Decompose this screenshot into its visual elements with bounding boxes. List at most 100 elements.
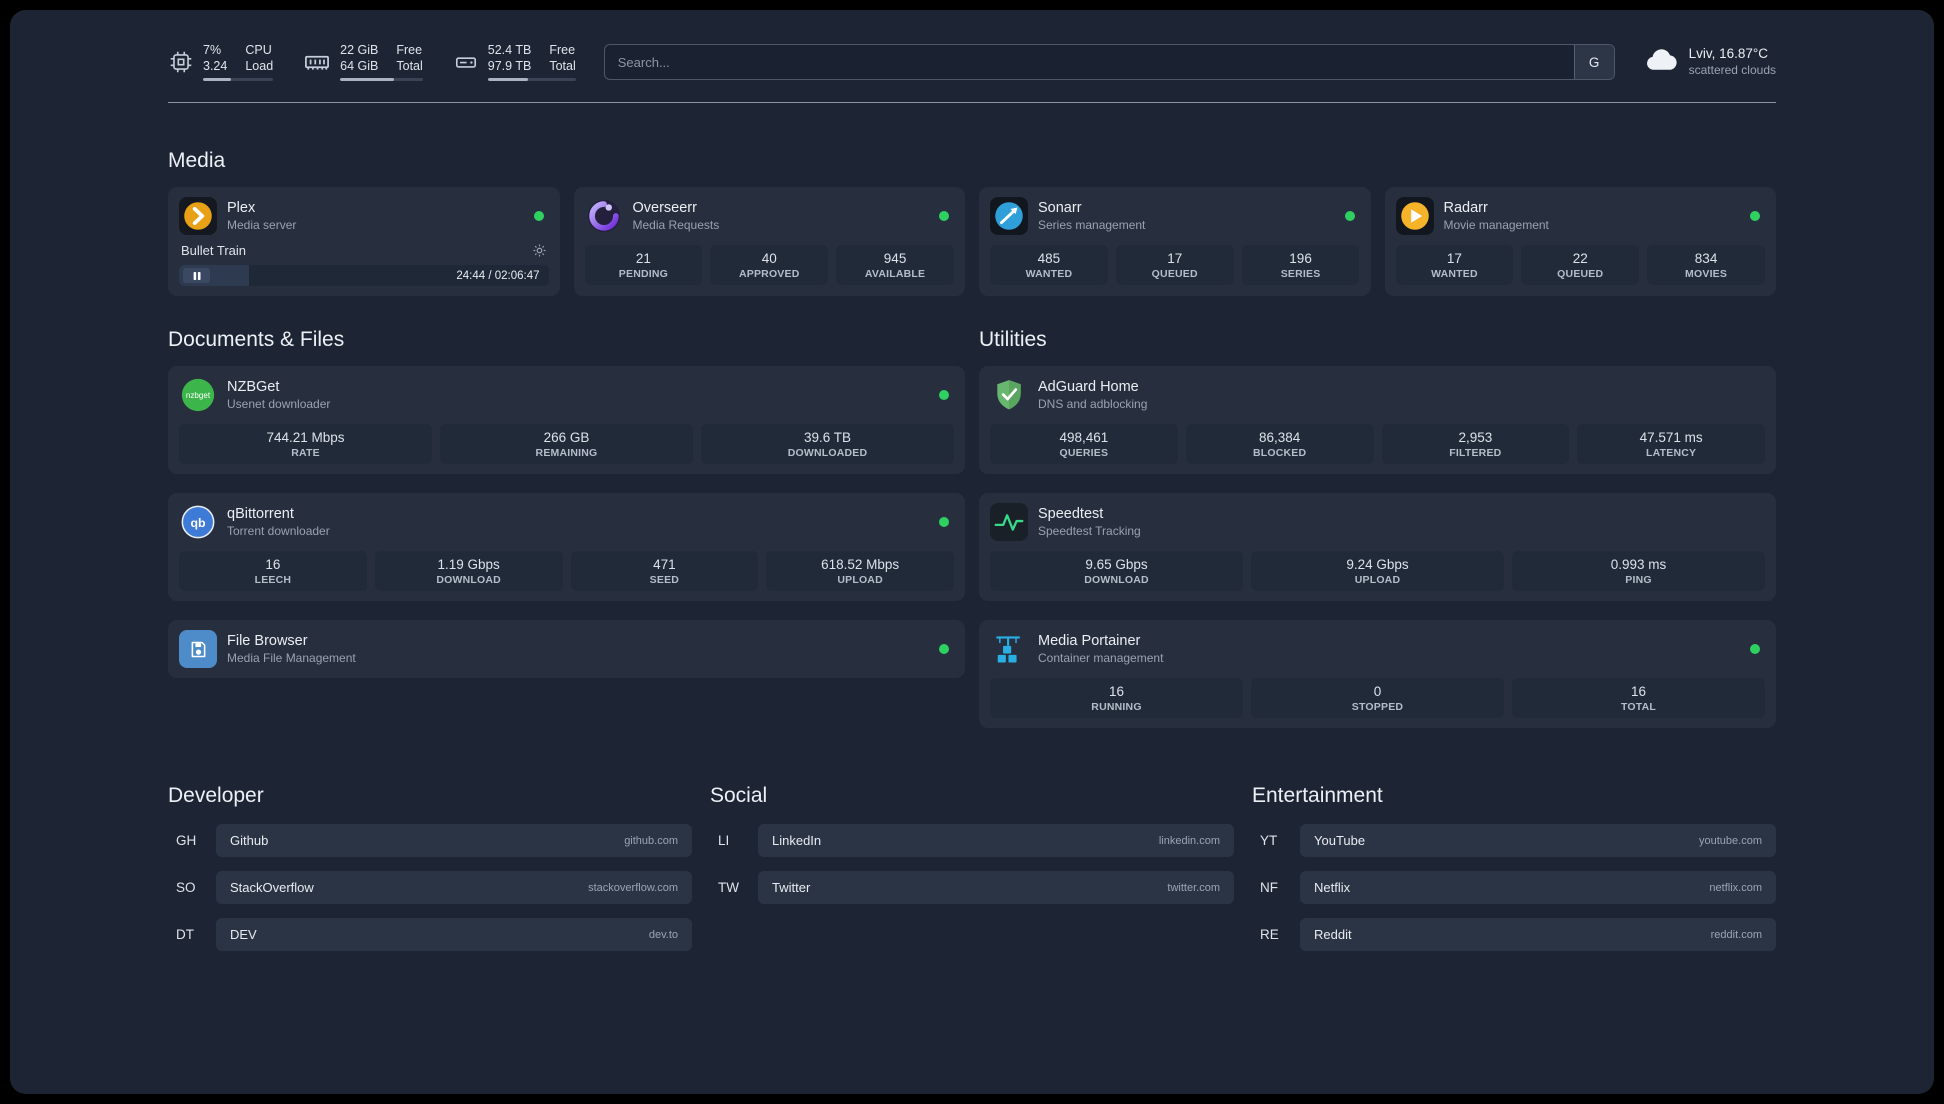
bookmark-pill[interactable]: Twitter twitter.com	[758, 871, 1234, 904]
dashboard-root: 7% 3.24 CPU Load 22 GiB 64 GiB Free Tota…	[10, 10, 1934, 1094]
stat-label: RATE	[291, 447, 320, 459]
service-card[interactable]: Speedtest Speedtest Tracking 9.65 Gbps D…	[979, 493, 1776, 601]
stat-box: 86,384 BLOCKED	[1185, 424, 1374, 464]
memory-usage-bar	[340, 78, 423, 82]
radarr-icon	[1395, 197, 1434, 235]
stat-value: 0.993 ms	[1610, 557, 1667, 572]
cpu-usage-bar-fill	[203, 78, 232, 82]
bookmark-pill[interactable]: LinkedIn linkedin.com	[758, 824, 1234, 857]
pause-button[interactable]	[183, 268, 210, 283]
stat-value: 16	[265, 557, 281, 572]
stat-box: 498,461 QUERIES	[990, 424, 1178, 464]
status-dot	[1750, 644, 1760, 654]
search-provider-button[interactable]: G	[1573, 45, 1614, 79]
media-player-widget: Bullet Train 24:44 / 02:06:47	[179, 241, 549, 286]
service-subtitle: Media Requests	[632, 218, 720, 232]
cpu-usage-bar	[203, 78, 274, 82]
stat-value: 485	[1037, 251, 1061, 266]
bookmark[interactable]: TW Twitter twitter.com	[710, 871, 1234, 904]
stat-box: 16 TOTAL	[1512, 678, 1765, 718]
bookmark[interactable]: GH Github github.com	[168, 824, 692, 857]
service-name: Speedtest	[1038, 506, 1104, 522]
disk-free-label: Free	[549, 42, 576, 57]
player-progress-bar[interactable]: 24:44 / 02:06:47	[179, 265, 549, 286]
bookmark-pill[interactable]: DEV dev.to	[216, 918, 692, 951]
bookmark[interactable]: RE Reddit reddit.com	[1252, 918, 1776, 951]
stat-box: 16 RUNNING	[990, 678, 1243, 718]
cpu-widget: 7% 3.24 CPU Load	[168, 42, 274, 82]
stat-box: 17 WANTED	[1395, 245, 1514, 285]
gear-icon[interactable]	[532, 243, 547, 258]
bookmark-pill[interactable]: StackOverflow stackoverflow.com	[216, 871, 692, 904]
service-card[interactable]: qb qBittorrent Torrent downloader 16 LEE…	[168, 493, 965, 601]
bookmark-name: Netflix	[1314, 880, 1351, 895]
service-subtitle: Speedtest Tracking	[1038, 524, 1141, 538]
stat-label: STOPPED	[1351, 701, 1404, 713]
section-title-media: Media	[168, 149, 226, 172]
weather-location: Lviv, 16.87°C	[1688, 46, 1769, 62]
stat-value: 834	[1694, 251, 1718, 266]
service-name: qBittorrent	[227, 506, 294, 522]
service-card[interactable]: Media Portainer Container management 16 …	[979, 620, 1776, 728]
stat-value: 21	[635, 251, 651, 266]
stat-box: 485 WANTED	[990, 245, 1108, 285]
bookmark-pill[interactable]: Reddit reddit.com	[1300, 918, 1776, 951]
bookmark-name: DEV	[230, 927, 257, 942]
service-card[interactable]: Sonarr Series management 485 WANTED 17 Q…	[979, 187, 1371, 296]
service-card[interactable]: Radarr Movie management 17 WANTED 22 QUE…	[1384, 187, 1776, 296]
search-bar[interactable]: G	[603, 44, 1615, 80]
bookmark[interactable]: SO StackOverflow stackoverflow.com	[168, 871, 692, 904]
service-stats-row: 16 RUNNING 0 STOPPED 16 TOTAL	[990, 678, 1765, 718]
bookmark[interactable]: YT YouTube youtube.com	[1252, 824, 1776, 857]
weather-condition: scattered clouds	[1688, 62, 1776, 77]
service-name: Sonarr	[1038, 200, 1082, 216]
stat-box: 945 AVAILABLE	[836, 245, 954, 285]
service-subtitle: Container management	[1038, 651, 1164, 665]
memory-icon	[303, 48, 331, 76]
stat-value: 1.19 Gbps	[437, 557, 500, 572]
memory-widget: 22 GiB 64 GiB Free Total	[303, 43, 423, 82]
status-dot	[533, 211, 544, 221]
stat-box: 0.993 ms PING	[1512, 551, 1765, 591]
service-stats-row: 21 PENDING 40 APPROVED 945 AVAILABLE	[584, 245, 955, 285]
bookmark-domain: linkedin.com	[1158, 834, 1220, 847]
stat-label: TOTAL	[1620, 701, 1657, 713]
cloud-icon	[1643, 42, 1679, 83]
stat-box: 40 APPROVED	[710, 245, 829, 285]
service-card[interactable]: AdGuard Home DNS and adblocking 498,461 …	[979, 366, 1776, 474]
stat-label: UPLOAD	[837, 574, 883, 586]
bookmark[interactable]: LI LinkedIn linkedin.com	[710, 824, 1234, 857]
bookmark-pill[interactable]: YouTube youtube.com	[1300, 824, 1776, 857]
bookmark-pill[interactable]: Github github.com	[216, 824, 692, 857]
service-card[interactable]: nzbget NZBGet Usenet downloader 744.21 M…	[168, 366, 965, 474]
disk-widget: 52.4 TB 97.9 TB Free Total	[453, 42, 576, 82]
service-stats-row: 16 LEECH 1.19 Gbps DOWNLOAD 471 SEED 618…	[179, 551, 954, 591]
memory-total-value: 64 GiB	[340, 58, 379, 73]
stat-label: AVAILABLE	[864, 268, 926, 280]
player-track-title: Bullet Train	[181, 243, 247, 258]
service-stats-row: 485 WANTED 17 QUEUED 196 SERIES	[990, 245, 1360, 285]
stat-label: QUEUED	[1557, 268, 1604, 280]
service-card[interactable]: Plex Media server Bullet Train 24:44 / 0…	[168, 187, 560, 296]
stat-label: DOWNLOAD	[436, 574, 501, 586]
service-card[interactable]: Overseerr Media Requests 21 PENDING 40 A…	[573, 187, 965, 296]
stat-box: 618.52 Mbps UPLOAD	[766, 551, 954, 591]
bookmark-name: Github	[230, 833, 269, 848]
service-card[interactable]: File Browser Media File Management	[168, 620, 965, 678]
portainer-icon	[990, 630, 1028, 668]
bookmark[interactable]: NF Netflix netflix.com	[1252, 871, 1776, 904]
entertainment-bookmarks: YT YouTube youtube.com NF Netflix netfli…	[1252, 824, 1776, 951]
speedtest-icon	[990, 503, 1028, 541]
status-dot	[939, 390, 949, 400]
documents-cards-column: nzbget NZBGet Usenet downloader 744.21 M…	[168, 366, 965, 678]
bookmark-pill[interactable]: Netflix netflix.com	[1300, 871, 1776, 904]
stat-value: 618.52 Mbps	[821, 557, 900, 572]
service-subtitle: Media File Management	[227, 651, 356, 665]
cpu-label: CPU	[245, 42, 272, 57]
bookmark[interactable]: DT DEV dev.to	[168, 918, 692, 951]
stat-value: 39.6 TB	[803, 430, 852, 445]
service-name: File Browser	[227, 633, 308, 649]
search-input[interactable]	[604, 45, 1574, 79]
stat-label: RUNNING	[1091, 701, 1142, 713]
nzbget-icon: nzbget	[179, 376, 217, 414]
